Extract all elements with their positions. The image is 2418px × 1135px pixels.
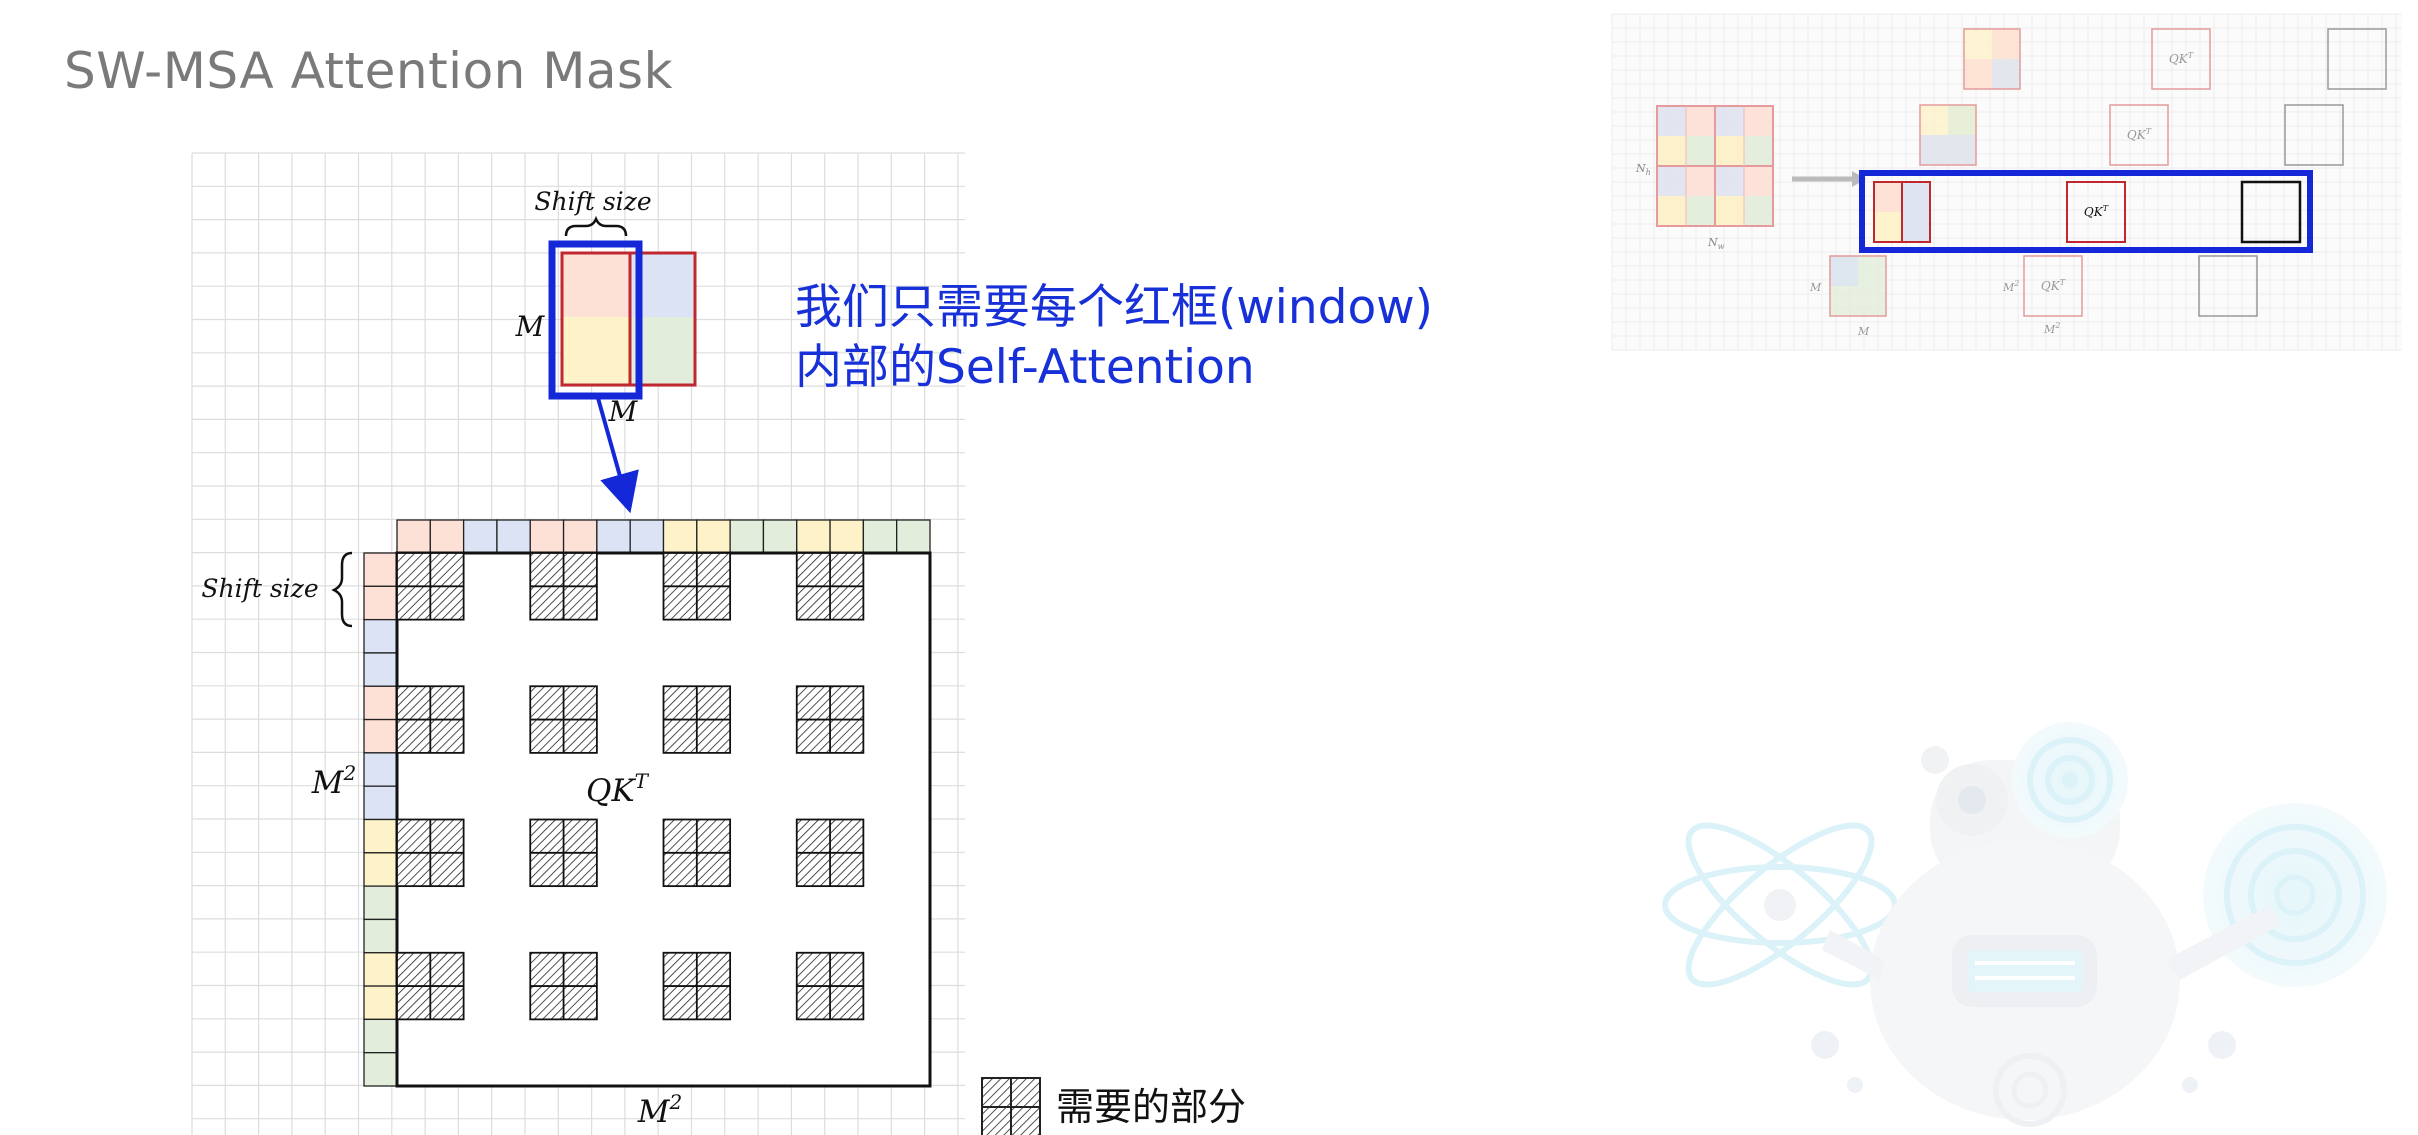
matrix-height-label: M2 xyxy=(311,761,356,801)
thumb-window-grid xyxy=(1656,105,1774,227)
left-token-cell xyxy=(363,785,398,821)
annotation-line-1: 我们只需要每个红框(window) xyxy=(795,280,1433,335)
left-token-cell xyxy=(363,918,398,954)
top-token-cell xyxy=(396,519,431,554)
hatched-block xyxy=(396,552,465,621)
hatched-block xyxy=(662,951,732,1021)
hatched-block xyxy=(396,951,465,1021)
left-token-cell xyxy=(363,652,398,687)
slide-title: SW-MSA Attention Mask xyxy=(64,42,674,100)
left-token-cell xyxy=(363,985,398,1021)
top-token-cell xyxy=(896,519,931,554)
hatched-block xyxy=(795,951,865,1021)
left-token-cell xyxy=(363,718,398,754)
top-token-cell xyxy=(462,519,498,554)
hatched-block xyxy=(662,685,732,754)
top-token-cell xyxy=(696,519,731,554)
top-token-cell xyxy=(562,519,598,554)
hatched-block xyxy=(529,818,598,888)
left-token-cell xyxy=(363,685,398,721)
window-group xyxy=(548,215,697,400)
window-side-label: M xyxy=(515,310,546,343)
shift-size-left-label: Shift size xyxy=(201,574,318,603)
left-token-cell xyxy=(363,585,398,621)
window-bottom-label: M xyxy=(608,395,639,428)
thumbnail-panel xyxy=(1611,13,2402,351)
hatched-block xyxy=(529,951,598,1021)
left-token-cell xyxy=(363,618,398,654)
slide-canvas: Shift size M M Shift size QKT M2 M2 Nh N… xyxy=(191,13,2402,1135)
thumb-m-label-bottom: M xyxy=(1857,325,1870,338)
top-token-cell xyxy=(662,519,698,554)
left-token-cell xyxy=(363,952,398,987)
annotation-text: 我们只需要每个红框(window) 内部的Self-Attention xyxy=(795,278,1433,398)
hatched-block xyxy=(662,818,732,888)
annotation-line-2: 内部的Self-Attention xyxy=(795,340,1255,395)
shift-size-left-brace xyxy=(331,551,353,628)
top-token-cell xyxy=(496,519,531,554)
top-token-cell xyxy=(762,519,798,554)
top-token-cell xyxy=(796,519,831,554)
matrix-width-label: M2 xyxy=(637,1090,682,1130)
left-token-cell xyxy=(363,752,398,787)
top-token-cell xyxy=(829,519,865,554)
hatched-block xyxy=(795,818,865,888)
top-token-cell xyxy=(862,519,898,554)
shift-size-top-brace xyxy=(564,215,628,237)
left-token-cell xyxy=(363,1052,398,1087)
left-token-strip xyxy=(363,552,398,1087)
top-token-cell xyxy=(596,519,631,554)
hatched-block xyxy=(396,685,465,754)
left-token-cell xyxy=(363,1018,398,1054)
left-token-cell xyxy=(363,885,398,921)
left-token-cell xyxy=(363,852,398,887)
top-token-cell xyxy=(429,519,465,554)
legend-hatch-icon xyxy=(981,1077,1041,1135)
hatched-block xyxy=(529,552,598,621)
hatched-block xyxy=(795,552,865,621)
top-token-cell xyxy=(529,519,565,554)
left-token-cell xyxy=(363,552,398,587)
hatched-block xyxy=(795,685,865,754)
top-token-strip xyxy=(396,519,931,554)
hatched-block xyxy=(662,552,732,621)
thumb-m-label-left: M xyxy=(1809,281,1822,294)
left-token-cell xyxy=(363,818,398,854)
hatched-block xyxy=(529,685,598,754)
robot-watermark xyxy=(1662,722,2387,1127)
top-token-cell xyxy=(729,519,765,554)
top-token-cell xyxy=(629,519,665,554)
shift-size-top-label: Shift size xyxy=(534,187,651,216)
legend-label: 需要的部分 xyxy=(1056,1085,1247,1129)
hatched-block xyxy=(396,818,465,888)
